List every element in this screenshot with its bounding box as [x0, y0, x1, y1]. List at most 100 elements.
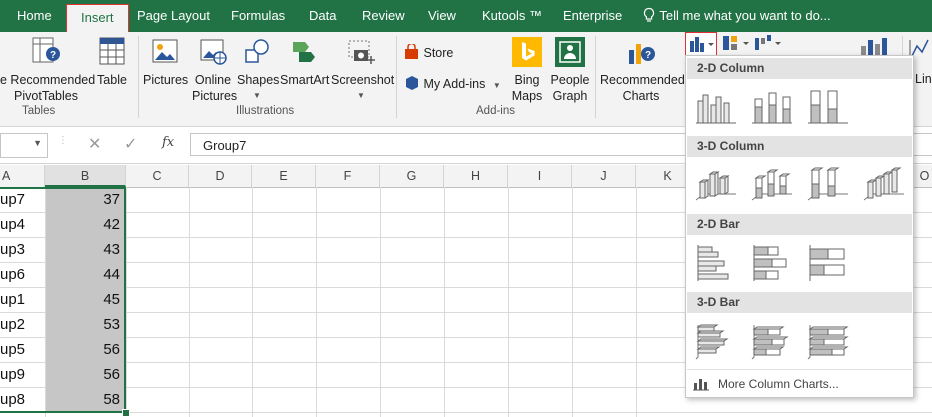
my-addins-label: My Add-ins: [423, 77, 486, 91]
formula-bar-options-handle[interactable]: ⋮: [58, 135, 68, 146]
tab-view[interactable]: View: [428, 0, 456, 32]
recommended-charts-icon: ?: [629, 44, 655, 64]
clustered-bar-option[interactable]: [694, 243, 738, 283]
my-addins-dropdown-arrow[interactable]: ▼: [493, 81, 501, 90]
store-button[interactable]: Store: [404, 42, 453, 61]
shapes-button[interactable]: Shapes ▼: [237, 36, 279, 104]
3d-percent-stacked-bar-option[interactable]: [806, 321, 850, 361]
cell-a4[interactable]: up6: [0, 263, 44, 287]
percent-stacked-column-option[interactable]: [806, 87, 850, 127]
3d-clustered-bar-option[interactable]: [694, 321, 738, 361]
column-header-i[interactable]: I: [508, 165, 572, 187]
cell-b1[interactable]: 37: [46, 188, 120, 212]
cell-a3[interactable]: up3: [0, 238, 44, 262]
column-header-e[interactable]: E: [252, 165, 316, 187]
tab-data[interactable]: Data: [309, 0, 336, 32]
lightbulb-icon: [643, 7, 655, 22]
3d-stacked-column-option[interactable]: [750, 164, 794, 204]
column-header-b[interactable]: B: [45, 165, 126, 187]
more-column-charts-link[interactable]: More Column Charts...: [687, 369, 912, 398]
stacked-bar-option[interactable]: [750, 243, 794, 283]
tab-kutools[interactable]: Kutools ™: [482, 0, 542, 32]
3d-clustered-column-option[interactable]: [694, 164, 738, 204]
tab-home[interactable]: Home: [17, 0, 52, 32]
name-box[interactable]: ▼: [0, 133, 48, 158]
enter-formula-icon[interactable]: ✓: [124, 134, 137, 154]
3d-column-icon: [863, 167, 904, 201]
stacked-bar-icon: [753, 245, 787, 281]
cell-b7[interactable]: 56: [46, 338, 120, 362]
cell-a9[interactable]: up8: [0, 388, 44, 412]
waterfall-chart-icon: [755, 35, 781, 50]
column-header-h[interactable]: H: [444, 165, 508, 187]
column-header-j[interactable]: J: [572, 165, 636, 187]
cancel-formula-icon[interactable]: ✕: [88, 134, 101, 154]
section-2d-bar: 2-D Bar: [687, 214, 912, 235]
line-sparkline-label: Lin: [915, 72, 932, 86]
column-header-c[interactable]: C: [126, 165, 189, 187]
screenshot-label: Screenshot: [331, 73, 395, 87]
cell-a5[interactable]: up1: [0, 288, 44, 312]
tab-page-layout[interactable]: Page Layout: [137, 0, 210, 32]
stacked-column-option[interactable]: [750, 87, 794, 127]
cell-b5[interactable]: 45: [46, 288, 120, 312]
recommended-charts-label-2: Charts: [622, 89, 660, 103]
tell-me-text: Tell me what you want to do...: [659, 8, 831, 23]
cell-b3[interactable]: 43: [46, 238, 120, 262]
shapes-dropdown-arrow[interactable]: ▼: [237, 88, 277, 104]
cell-a1[interactable]: up7: [0, 188, 44, 212]
table-icon: [99, 37, 125, 65]
cell-b2[interactable]: 42: [46, 213, 120, 237]
3d-clustered-bar-icon: [695, 324, 729, 360]
column-header-o[interactable]: O: [912, 165, 932, 187]
column-header-f[interactable]: F: [316, 165, 380, 187]
table-button[interactable]: Table: [94, 36, 130, 88]
my-addins-button[interactable]: My Add-ins ▼: [404, 75, 501, 94]
pictures-button[interactable]: Pictures: [143, 36, 188, 88]
recommended-pivottables-label-1: e Recommended: [0, 73, 96, 87]
recommended-pivottables-button[interactable]: ? e Recommended PivotTables: [0, 36, 96, 104]
more-column-charts-label: More Column Charts...: [718, 377, 839, 391]
3d-column-option[interactable]: [862, 164, 906, 204]
recommended-charts-button[interactable]: ? Recommended Charts: [600, 36, 685, 104]
insert-waterfall-chart-button[interactable]: [752, 32, 784, 56]
insert-column-chart-button[interactable]: [685, 32, 717, 56]
cell-b8[interactable]: 56: [46, 363, 120, 387]
column-header-d[interactable]: D: [189, 165, 252, 187]
smartart-button[interactable]: SmartArt: [280, 36, 329, 88]
tell-me-box[interactable]: Tell me what you want to do...: [642, 0, 831, 32]
cell-a2[interactable]: up4: [0, 213, 44, 237]
tab-formulas[interactable]: Formulas: [231, 0, 285, 32]
online-pictures-icon: [200, 39, 227, 65]
cell-a6[interactable]: up2: [0, 313, 44, 337]
percent-stacked-bar-icon: [809, 245, 845, 281]
people-graph-icon: [555, 37, 585, 67]
percent-stacked-bar-option[interactable]: [806, 243, 850, 283]
column-chart-small-icon: [693, 379, 709, 391]
insert-hierarchy-chart-button[interactable]: [720, 32, 752, 56]
clustered-column-option[interactable]: [694, 87, 738, 127]
screenshot-dropdown-arrow[interactable]: ▼: [331, 88, 391, 104]
name-box-dropdown-arrow[interactable]: ▼: [33, 138, 42, 148]
cell-a8[interactable]: up9: [0, 363, 44, 387]
cell-b9[interactable]: 58: [46, 388, 120, 412]
insert-function-button[interactable]: fx: [162, 135, 174, 150]
3d-clustered-column-icon: [695, 171, 736, 201]
3d-stacked-bar-option[interactable]: [750, 321, 794, 361]
tab-enterprise[interactable]: Enterprise: [563, 0, 622, 32]
column-header-a[interactable]: A: [0, 165, 45, 187]
cell-b4[interactable]: 44: [46, 263, 120, 287]
cell-a7[interactable]: up5: [0, 338, 44, 362]
tab-review[interactable]: Review: [362, 0, 405, 32]
group-separator: [138, 36, 139, 118]
people-graph-button[interactable]: People Graph: [550, 36, 590, 104]
cell-b6[interactable]: 53: [46, 313, 120, 337]
tab-insert[interactable]: Insert: [66, 4, 129, 32]
online-pictures-button[interactable]: Online Pictures: [192, 36, 237, 104]
3d-percent-stacked-column-option[interactable]: [806, 164, 850, 204]
fill-handle[interactable]: [122, 409, 130, 417]
screenshot-button[interactable]: Screenshot ▼: [331, 36, 395, 104]
column-header-g[interactable]: G: [380, 165, 444, 187]
percent-stacked-column-icon: [808, 90, 848, 124]
bing-maps-button[interactable]: Bing Maps: [509, 36, 545, 104]
